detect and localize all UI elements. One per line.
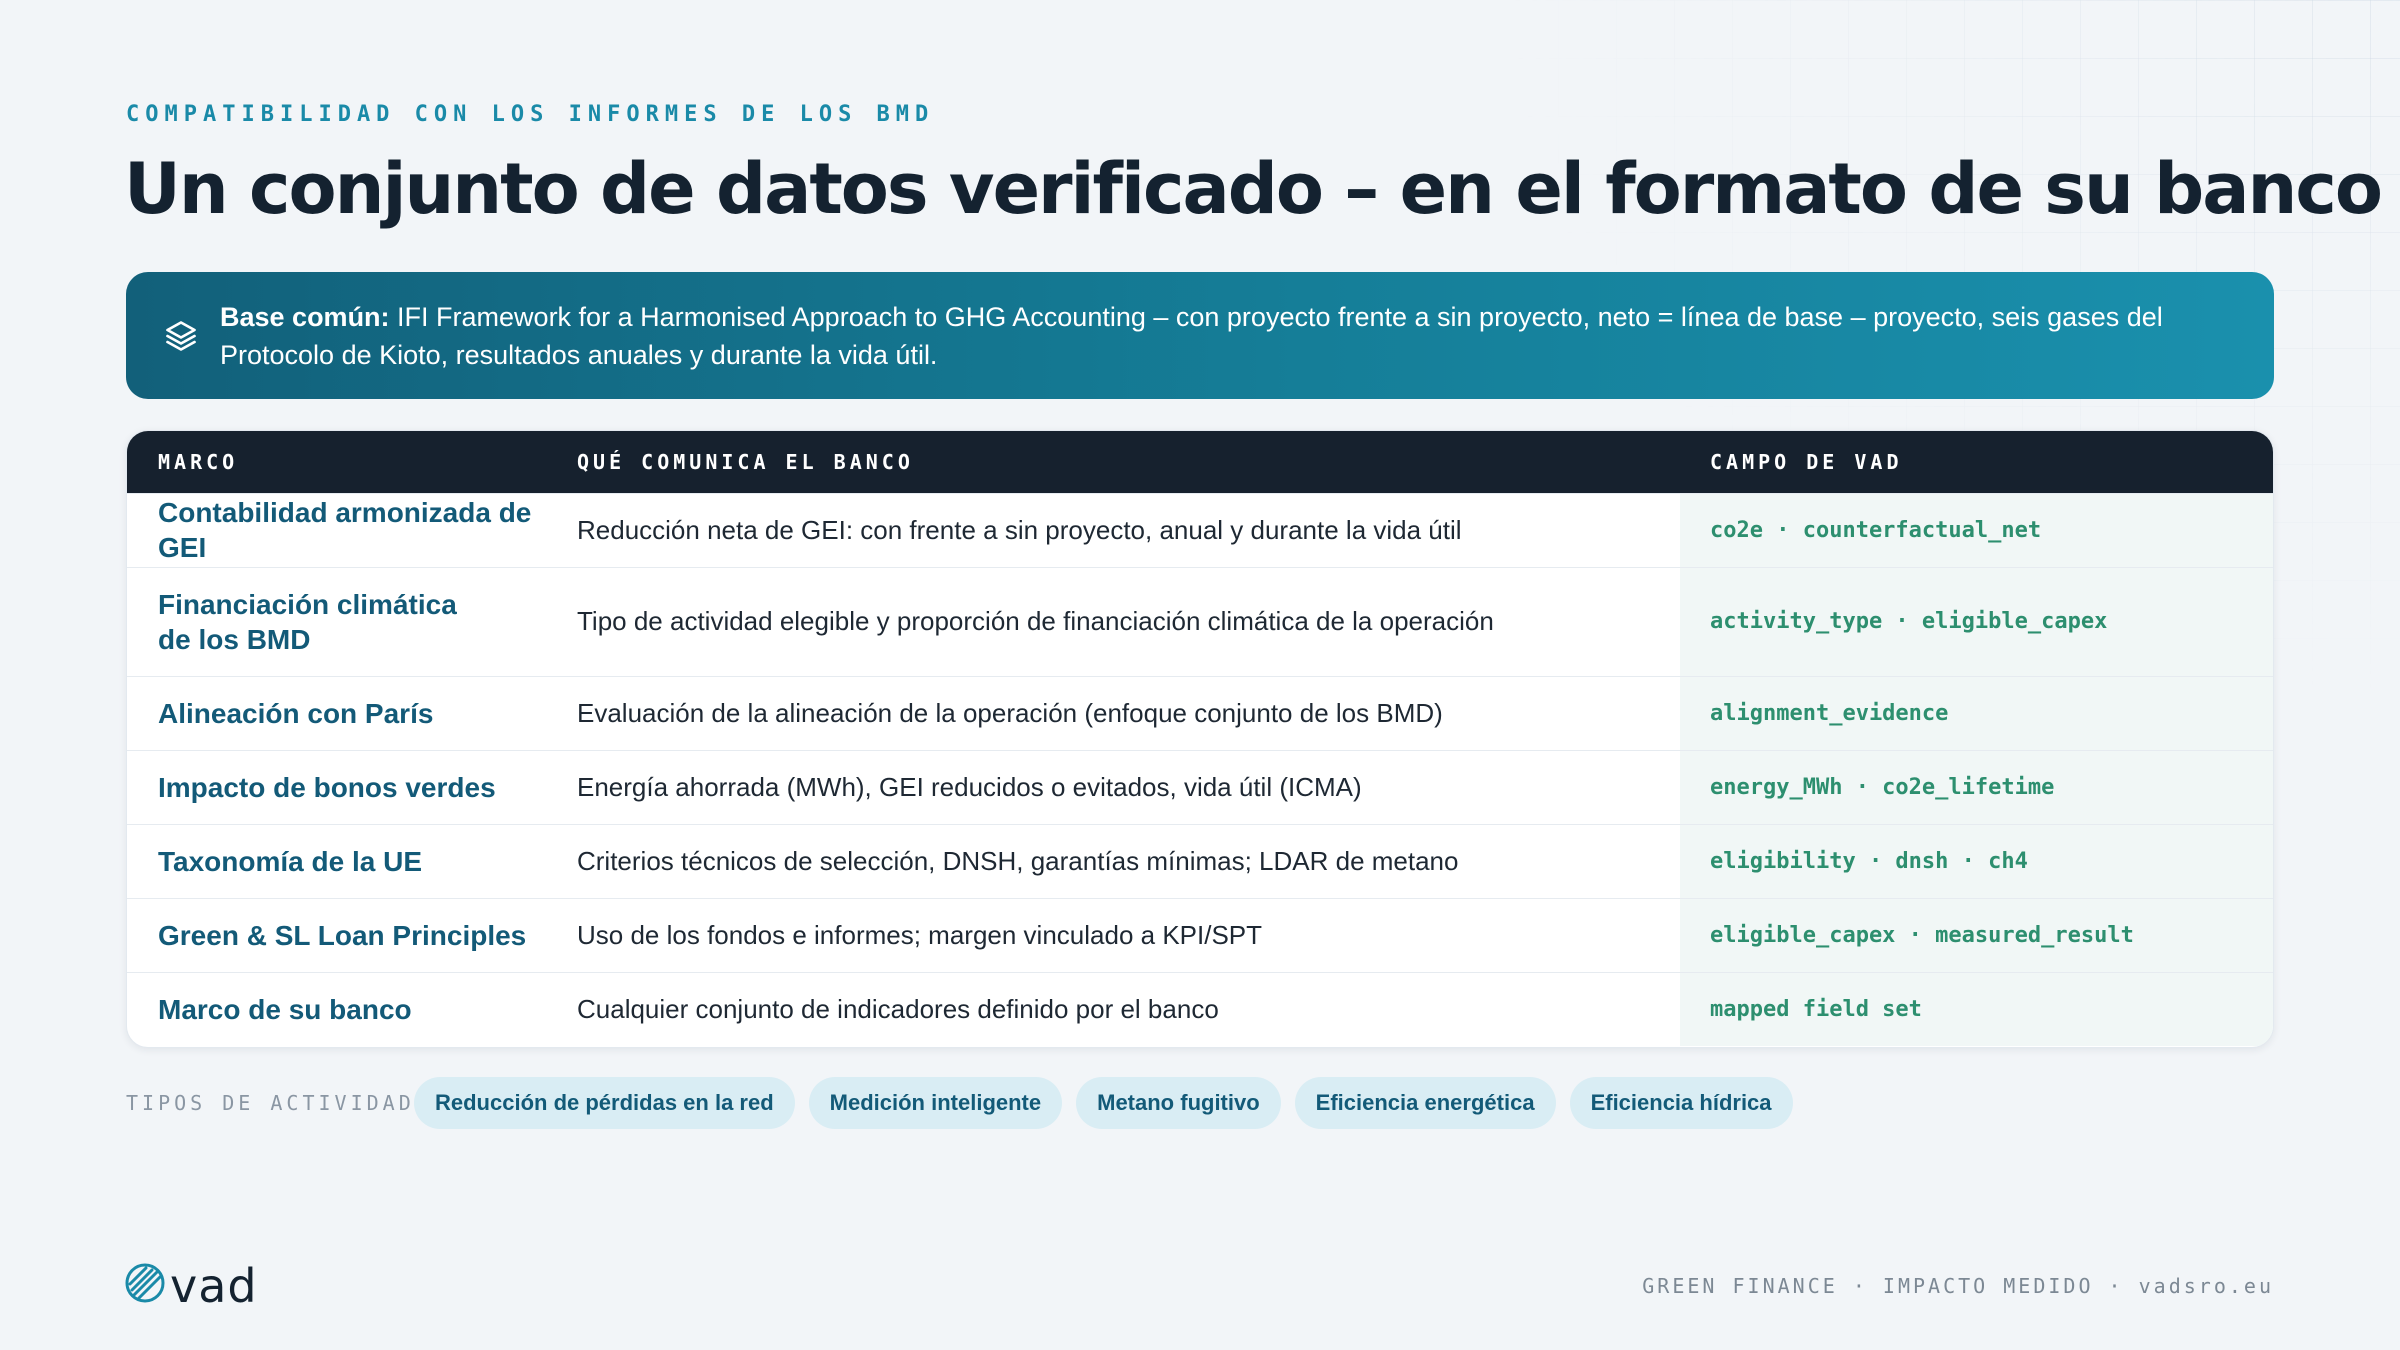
communicates-cell: Uso de los fondos e informes; margen vin… bbox=[577, 897, 1680, 972]
globe-logo-icon bbox=[124, 1262, 166, 1309]
header-vad-field: CAMPO DE VAD bbox=[1710, 449, 1903, 474]
page-title: Un conjunto de datos verificado – en el … bbox=[124, 148, 2383, 230]
common-base-banner: Base común: IFI Framework for a Harmonis… bbox=[126, 272, 2274, 399]
framework-cell-line-1: Financiación climática bbox=[158, 588, 457, 620]
table-row: Taxonomía de la UE Criterios técnicos de… bbox=[127, 823, 2273, 898]
table-header-row: MARCO QUÉ COMUNICA EL BANCO CAMPO DE VAD bbox=[127, 431, 2273, 493]
vad-field-cell: eligibility · dnsh · ch4 bbox=[1680, 823, 2273, 898]
vad-field-cell: activity_type · eligible_capex bbox=[1680, 566, 2273, 676]
framework-cell: Contabilidad armonizada de GEI bbox=[127, 492, 577, 567]
vad-logo: vad bbox=[124, 1262, 258, 1309]
framework-cell: Taxonomía de la UE bbox=[127, 823, 577, 898]
vad-field-cell: energy_MWh · co2e_lifetime bbox=[1680, 749, 2273, 824]
activity-chip: Medición inteligente bbox=[808, 1077, 1063, 1129]
vad-field-cell: alignment_evidence bbox=[1680, 675, 2273, 750]
communicates-cell: Energía ahorrada (MWh), GEI reducidos o … bbox=[577, 749, 1680, 824]
framework-cell: Impacto de bonos verdes bbox=[127, 749, 577, 824]
activity-chip: Eficiencia hídrica bbox=[1569, 1077, 1793, 1129]
header-communicates: QUÉ COMUNICA EL BANCO bbox=[577, 449, 914, 474]
table-row: Green & SL Loan Principles Uso de los fo… bbox=[127, 897, 2273, 972]
activity-types-label: TIPOS DE ACTIVIDAD bbox=[126, 1091, 415, 1115]
table-row: Financiación climática de los BMD Tipo de… bbox=[127, 566, 2273, 676]
activity-chip: Metano fugitivo bbox=[1076, 1077, 1281, 1129]
header-framework: MARCO bbox=[158, 449, 239, 474]
communicates-cell: Evaluación de la alineación de la operac… bbox=[577, 675, 1680, 750]
frameworks-table: MARCO QUÉ COMUNICA EL BANCO CAMPO DE VAD… bbox=[126, 430, 2274, 1048]
framework-cell-line-2: de los BMD bbox=[158, 623, 311, 655]
activity-chips: Reducción de pérdidas en la red Medición… bbox=[414, 1077, 1793, 1129]
table-row: Contabilidad armonizada de GEI Reducción… bbox=[127, 492, 2273, 567]
footer-tagline: GREEN FINANCE · IMPACTO MEDIDO · vadsro.… bbox=[1642, 1274, 2274, 1298]
communicates-cell: Tipo de actividad elegible y proporción … bbox=[577, 566, 1680, 676]
activity-chip: Reducción de pérdidas en la red bbox=[414, 1077, 795, 1129]
framework-cell: Alineación con París bbox=[127, 675, 577, 750]
communicates-cell: Criterios técnicos de selección, DNSH, g… bbox=[577, 823, 1680, 898]
framework-cell: Green & SL Loan Principles bbox=[127, 897, 577, 972]
activity-chip: Eficiencia energética bbox=[1294, 1077, 1556, 1129]
logo-wordmark: vad bbox=[170, 1258, 258, 1313]
table-row: Alineación con París Evaluación de la al… bbox=[127, 675, 2273, 750]
table-row: Marco de su banco Cualquier conjunto de … bbox=[127, 971, 2273, 1046]
vad-field-cell: mapped field set bbox=[1680, 971, 2273, 1046]
eyebrow-label: COMPATIBILIDAD CON LOS INFORMES DE LOS B… bbox=[126, 102, 935, 127]
framework-cell: Financiación climática de los BMD bbox=[127, 566, 577, 676]
framework-cell: Marco de su banco bbox=[127, 971, 577, 1046]
layers-icon bbox=[158, 313, 204, 359]
vad-field-cell: eligible_capex · measured_result bbox=[1680, 897, 2273, 972]
vad-field-cell: co2e · counterfactual_net bbox=[1680, 492, 2273, 567]
table-row: Impacto de bonos verdes Energía ahorrada… bbox=[127, 749, 2273, 824]
communicates-cell: Cualquier conjunto de indicadores defini… bbox=[577, 971, 1680, 1046]
banner-body: IFI Framework for a Harmonised Approach … bbox=[220, 301, 2163, 370]
banner-text: Base común: IFI Framework for a Harmonis… bbox=[220, 298, 2194, 374]
communicates-cell: Reducción neta de GEI: con frente a sin … bbox=[577, 492, 1680, 567]
banner-label: Base común: bbox=[220, 301, 390, 332]
